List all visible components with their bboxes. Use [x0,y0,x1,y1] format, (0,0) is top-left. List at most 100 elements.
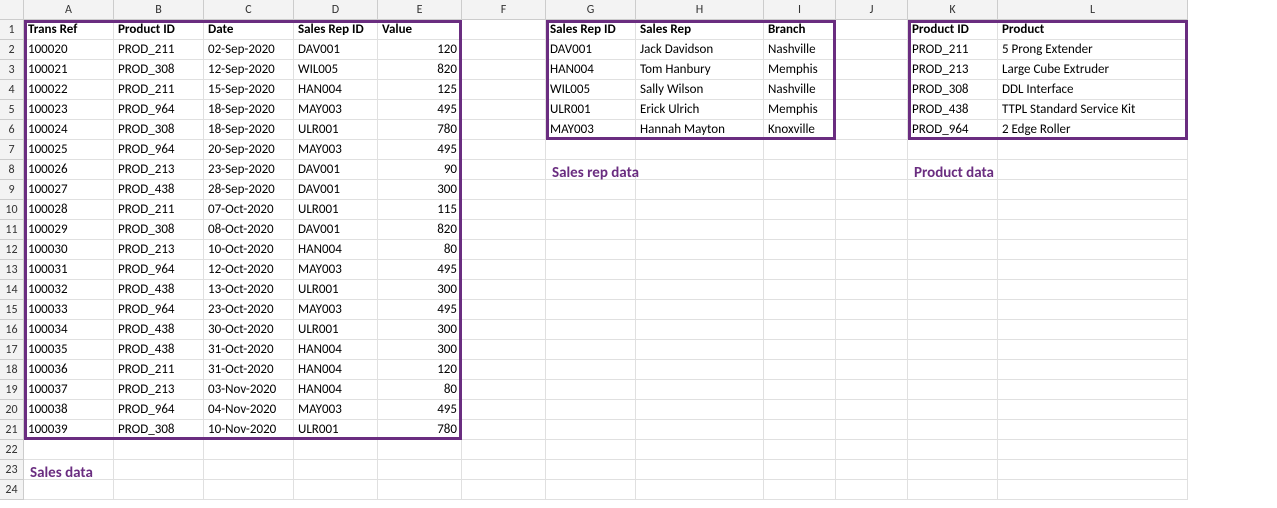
cell-C9[interactable]: 28-Sep-2020 [204,180,294,200]
cell-E21[interactable]: 780 [378,420,462,440]
cell-C16[interactable]: 30-Oct-2020 [204,320,294,340]
cell-D11[interactable]: DAV001 [294,220,378,240]
cell-G22[interactable] [546,440,636,460]
cell-G6[interactable]: MAY003 [546,120,636,140]
cell-B6[interactable]: PROD_308 [114,120,204,140]
cell-I8[interactable] [764,160,836,180]
cell-J13[interactable] [836,260,908,280]
cell-C1[interactable]: Date [204,20,294,40]
cell-F12[interactable] [462,240,546,260]
cell-L23[interactable] [998,460,1188,480]
row-header-20[interactable]: 20 [0,400,24,420]
cell-L24[interactable] [998,480,1188,500]
cell-I10[interactable] [764,200,836,220]
row-header-24[interactable]: 24 [0,480,24,500]
cell-C19[interactable]: 03-Nov-2020 [204,380,294,400]
cell-A21[interactable]: 100039 [24,420,114,440]
cell-A7[interactable]: 100025 [24,140,114,160]
cell-L20[interactable] [998,400,1188,420]
row-header-2[interactable]: 2 [0,40,24,60]
cell-H10[interactable] [636,200,764,220]
cell-I13[interactable] [764,260,836,280]
cell-L9[interactable] [998,180,1188,200]
cell-B19[interactable]: PROD_213 [114,380,204,400]
cell-A24[interactable] [24,480,114,500]
cell-A17[interactable]: 100035 [24,340,114,360]
cell-D14[interactable]: ULR001 [294,280,378,300]
cell-I6[interactable]: Knoxville [764,120,836,140]
cell-D23[interactable] [294,460,378,480]
cell-B20[interactable]: PROD_964 [114,400,204,420]
cell-J16[interactable] [836,320,908,340]
cell-A2[interactable]: 100020 [24,40,114,60]
cell-D19[interactable]: HAN004 [294,380,378,400]
cell-J14[interactable] [836,280,908,300]
cell-I2[interactable]: Nashville [764,40,836,60]
cell-I15[interactable] [764,300,836,320]
cell-E19[interactable]: 80 [378,380,462,400]
col-header-G[interactable]: G [546,0,636,20]
grid[interactable]: ABCDEFGHIJKL1Trans RefProduct IDDateSale… [0,0,1277,500]
col-header-H[interactable]: H [636,0,764,20]
cell-E6[interactable]: 780 [378,120,462,140]
cell-L8[interactable] [998,160,1188,180]
cell-C23[interactable] [204,460,294,480]
cell-B12[interactable]: PROD_213 [114,240,204,260]
col-header-K[interactable]: K [908,0,998,20]
row-header-1[interactable]: 1 [0,20,24,40]
cell-G13[interactable] [546,260,636,280]
cell-B17[interactable]: PROD_438 [114,340,204,360]
row-header-10[interactable]: 10 [0,200,24,220]
cell-L5[interactable]: TTPL Standard Service Kit [998,100,1188,120]
cell-F3[interactable] [462,60,546,80]
cell-E2[interactable]: 120 [378,40,462,60]
cell-I14[interactable] [764,280,836,300]
cell-A9[interactable]: 100027 [24,180,114,200]
cell-L3[interactable]: Large Cube Extruder [998,60,1188,80]
cell-D10[interactable]: ULR001 [294,200,378,220]
cell-E13[interactable]: 495 [378,260,462,280]
cell-K9[interactable] [908,180,998,200]
cell-L2[interactable]: 5 Prong Extender [998,40,1188,60]
row-header-4[interactable]: 4 [0,80,24,100]
cell-C21[interactable]: 10-Nov-2020 [204,420,294,440]
cell-E22[interactable] [378,440,462,460]
cell-D3[interactable]: WIL005 [294,60,378,80]
cell-K2[interactable]: PROD_211 [908,40,998,60]
cell-F5[interactable] [462,100,546,120]
cell-C10[interactable]: 07-Oct-2020 [204,200,294,220]
cell-F15[interactable] [462,300,546,320]
row-header-22[interactable]: 22 [0,440,24,460]
cell-B23[interactable] [114,460,204,480]
row-header-8[interactable]: 8 [0,160,24,180]
cell-C2[interactable]: 02-Sep-2020 [204,40,294,60]
cell-A18[interactable]: 100036 [24,360,114,380]
row-header-23[interactable]: 23 [0,460,24,480]
cell-C13[interactable]: 12-Oct-2020 [204,260,294,280]
col-header-C[interactable]: C [204,0,294,20]
cell-F20[interactable] [462,400,546,420]
col-header-D[interactable]: D [294,0,378,20]
col-header-B[interactable]: B [114,0,204,20]
cell-L22[interactable] [998,440,1188,460]
cell-I11[interactable] [764,220,836,240]
cell-K22[interactable] [908,440,998,460]
cell-J15[interactable] [836,300,908,320]
cell-A20[interactable]: 100038 [24,400,114,420]
cell-I16[interactable] [764,320,836,340]
cell-G2[interactable]: DAV001 [546,40,636,60]
cell-K19[interactable] [908,380,998,400]
cell-A11[interactable]: 100029 [24,220,114,240]
row-header-21[interactable]: 21 [0,420,24,440]
row-header-15[interactable]: 15 [0,300,24,320]
cell-D2[interactable]: DAV001 [294,40,378,60]
cell-B22[interactable] [114,440,204,460]
cell-B8[interactable]: PROD_213 [114,160,204,180]
cell-C8[interactable]: 23-Sep-2020 [204,160,294,180]
cell-I17[interactable] [764,340,836,360]
cell-L13[interactable] [998,260,1188,280]
cell-G3[interactable]: HAN004 [546,60,636,80]
cell-L16[interactable] [998,320,1188,340]
cell-H13[interactable] [636,260,764,280]
cell-C24[interactable] [204,480,294,500]
